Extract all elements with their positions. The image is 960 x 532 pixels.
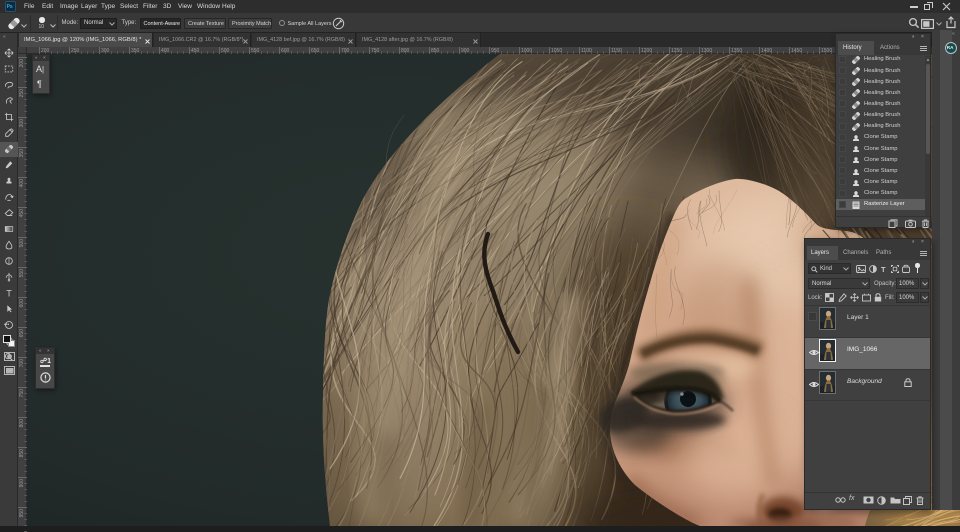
svg-text:T: T xyxy=(6,288,12,298)
